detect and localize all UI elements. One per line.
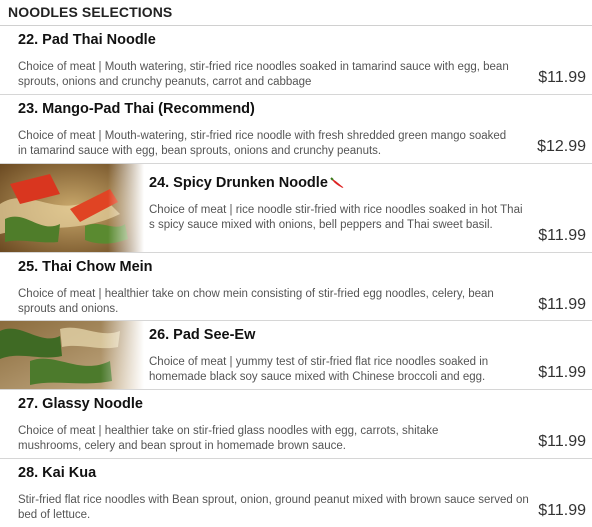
menu-item-25[interactable]: 25. Thai Chow Mein Choice of meat | heal…: [0, 253, 592, 321]
item-price: $12.99: [537, 138, 586, 155]
item-name: 22. Pad Thai Noodle: [18, 32, 156, 48]
item-description: Choice of meat | Mouth watering, stir-fr…: [18, 61, 509, 88]
item-description: Choice of meat | healthier take on stir-…: [18, 425, 439, 452]
item-name: 23. Mango-Pad Thai (Recommend): [18, 101, 255, 117]
menu-item-28[interactable]: 28. Kai Kua Stir-fried flat rice noodles…: [0, 459, 592, 527]
menu-item-24[interactable]: 24. Spicy Drunken Noodle Choice of meat …: [0, 164, 592, 253]
item-description: Choice of meat | rice noodle stir-fried …: [149, 204, 523, 231]
item-description: Stir-fried flat rice noodles with Bean s…: [18, 494, 529, 521]
menu-item-23[interactable]: 23. Mango-Pad Thai (Recommend) Choice of…: [0, 95, 592, 164]
item-price: $11.99: [538, 69, 586, 86]
chili-icon: [330, 175, 346, 193]
menu-item-26[interactable]: 26. Pad See-Ew Choice of meat | yummy te…: [0, 321, 592, 390]
item-name: 26. Pad See-Ew: [149, 327, 256, 343]
item-price: $11.99: [538, 502, 586, 519]
item-description: Choice of meat | Mouth-watering, stir-fr…: [18, 130, 507, 157]
item-description: Choice of meat | healthier take on chow …: [18, 288, 494, 315]
section-title: NOODLES SELECTIONS: [8, 4, 173, 20]
menu-item-27[interactable]: 27. Glassy Noodle Choice of meat | healt…: [0, 390, 592, 459]
dish-photo: [0, 321, 144, 389]
item-price: $11.99: [538, 433, 586, 450]
item-price: $11.99: [538, 227, 586, 244]
section-header: NOODLES SELECTIONS: [0, 0, 592, 26]
item-price: $11.99: [538, 364, 586, 381]
item-name: 24. Spicy Drunken Noodle: [149, 175, 346, 193]
item-name-text: 24. Spicy Drunken Noodle: [149, 175, 328, 191]
item-name: 25. Thai Chow Mein: [18, 259, 153, 275]
item-price: $11.99: [538, 296, 586, 313]
item-name: 28. Kai Kua: [18, 465, 97, 481]
menu-item-22[interactable]: 22. Pad Thai Noodle Choice of meat | Mou…: [0, 26, 592, 95]
dish-photo: [0, 164, 144, 252]
item-name: 27. Glassy Noodle: [18, 396, 143, 412]
item-description: Choice of meat | yummy test of stir-frie…: [149, 356, 489, 383]
